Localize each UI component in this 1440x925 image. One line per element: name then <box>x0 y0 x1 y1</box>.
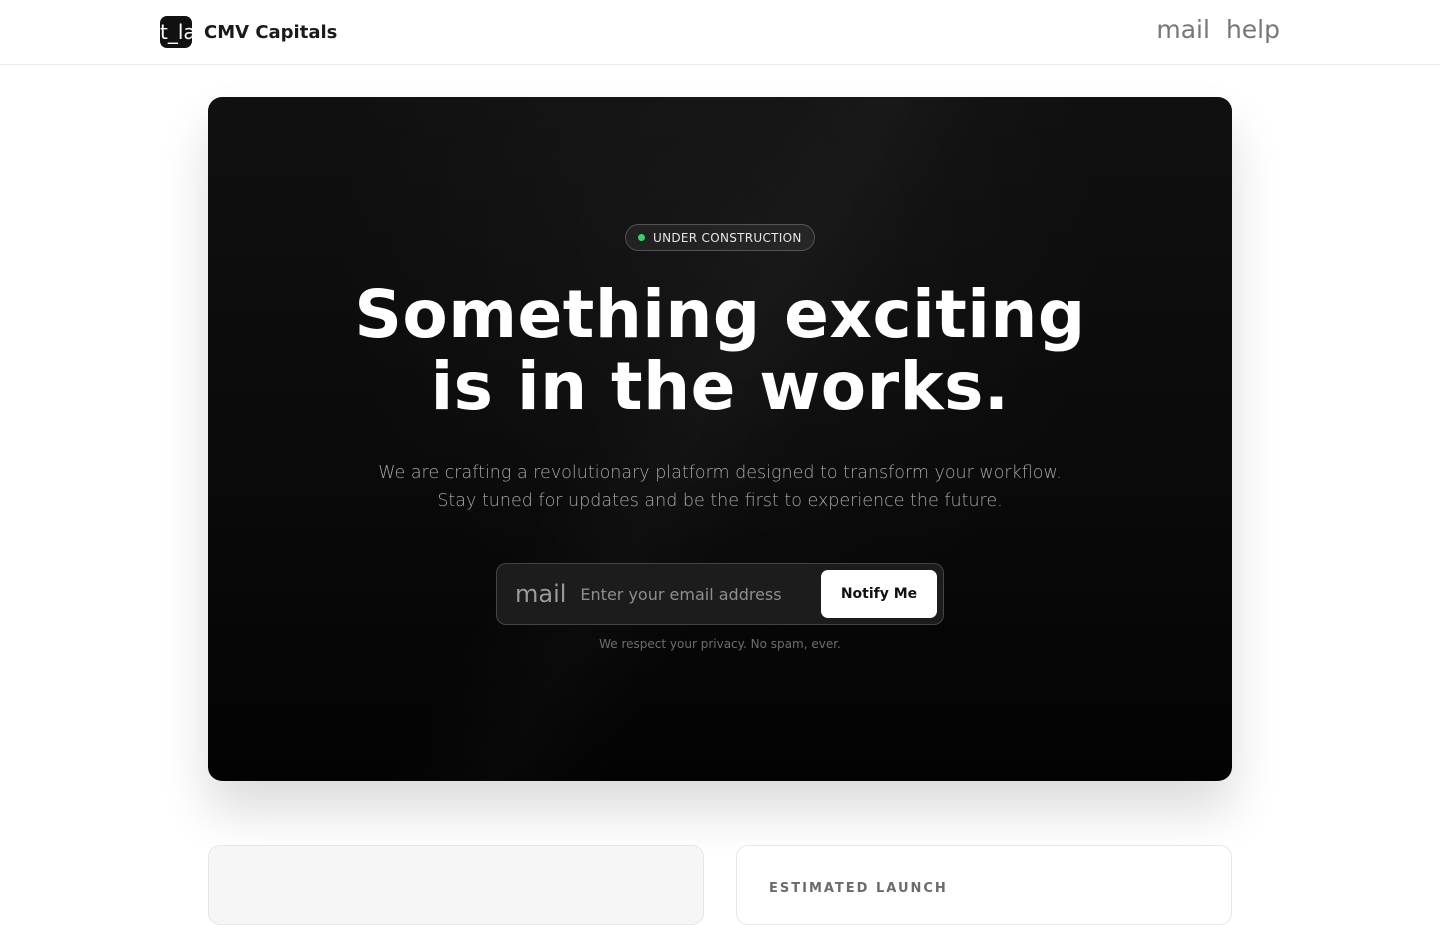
hero-description: We are crafting a revolutionary platform… <box>378 463 1062 511</box>
brand-name: CMV Capitals <box>204 21 338 43</box>
hero-headline-line-2: is in the works. <box>430 348 1010 425</box>
feature-card-left <box>208 845 704 925</box>
status-badge: UNDER CONSTRUCTION <box>625 224 815 251</box>
notify-form: mail Notify Me <box>496 563 944 625</box>
notify-me-button[interactable]: Notify Me <box>821 570 937 618</box>
hero-headline: Something exciting is in the works. <box>208 279 1232 423</box>
estimated-launch-label: ESTIMATED LAUNCH <box>769 881 948 896</box>
help-icon-link[interactable]: help <box>1226 12 1280 48</box>
top-nav: mail help <box>1156 12 1280 48</box>
top-header: t_la CMV Capitals mail help <box>0 0 1440 65</box>
hero-headline-line-1: Something exciting <box>354 276 1086 353</box>
mail-icon-link[interactable]: mail <box>1156 12 1210 48</box>
privacy-note: We respect your privacy. No spam, ever. <box>599 637 841 651</box>
mail-icon: mail <box>515 580 567 608</box>
email-input[interactable] <box>578 571 821 617</box>
hero-card: UNDER CONSTRUCTION Something exciting is… <box>208 97 1232 781</box>
status-badge-label: UNDER CONSTRUCTION <box>653 230 802 245</box>
status-dot-icon <box>638 234 645 241</box>
brand[interactable]: t_la CMV Capitals <box>160 16 337 48</box>
brand-logo: t_la <box>160 16 192 48</box>
estimated-launch-card: ESTIMATED LAUNCH <box>736 845 1232 925</box>
hero-background-texture <box>208 97 1232 781</box>
